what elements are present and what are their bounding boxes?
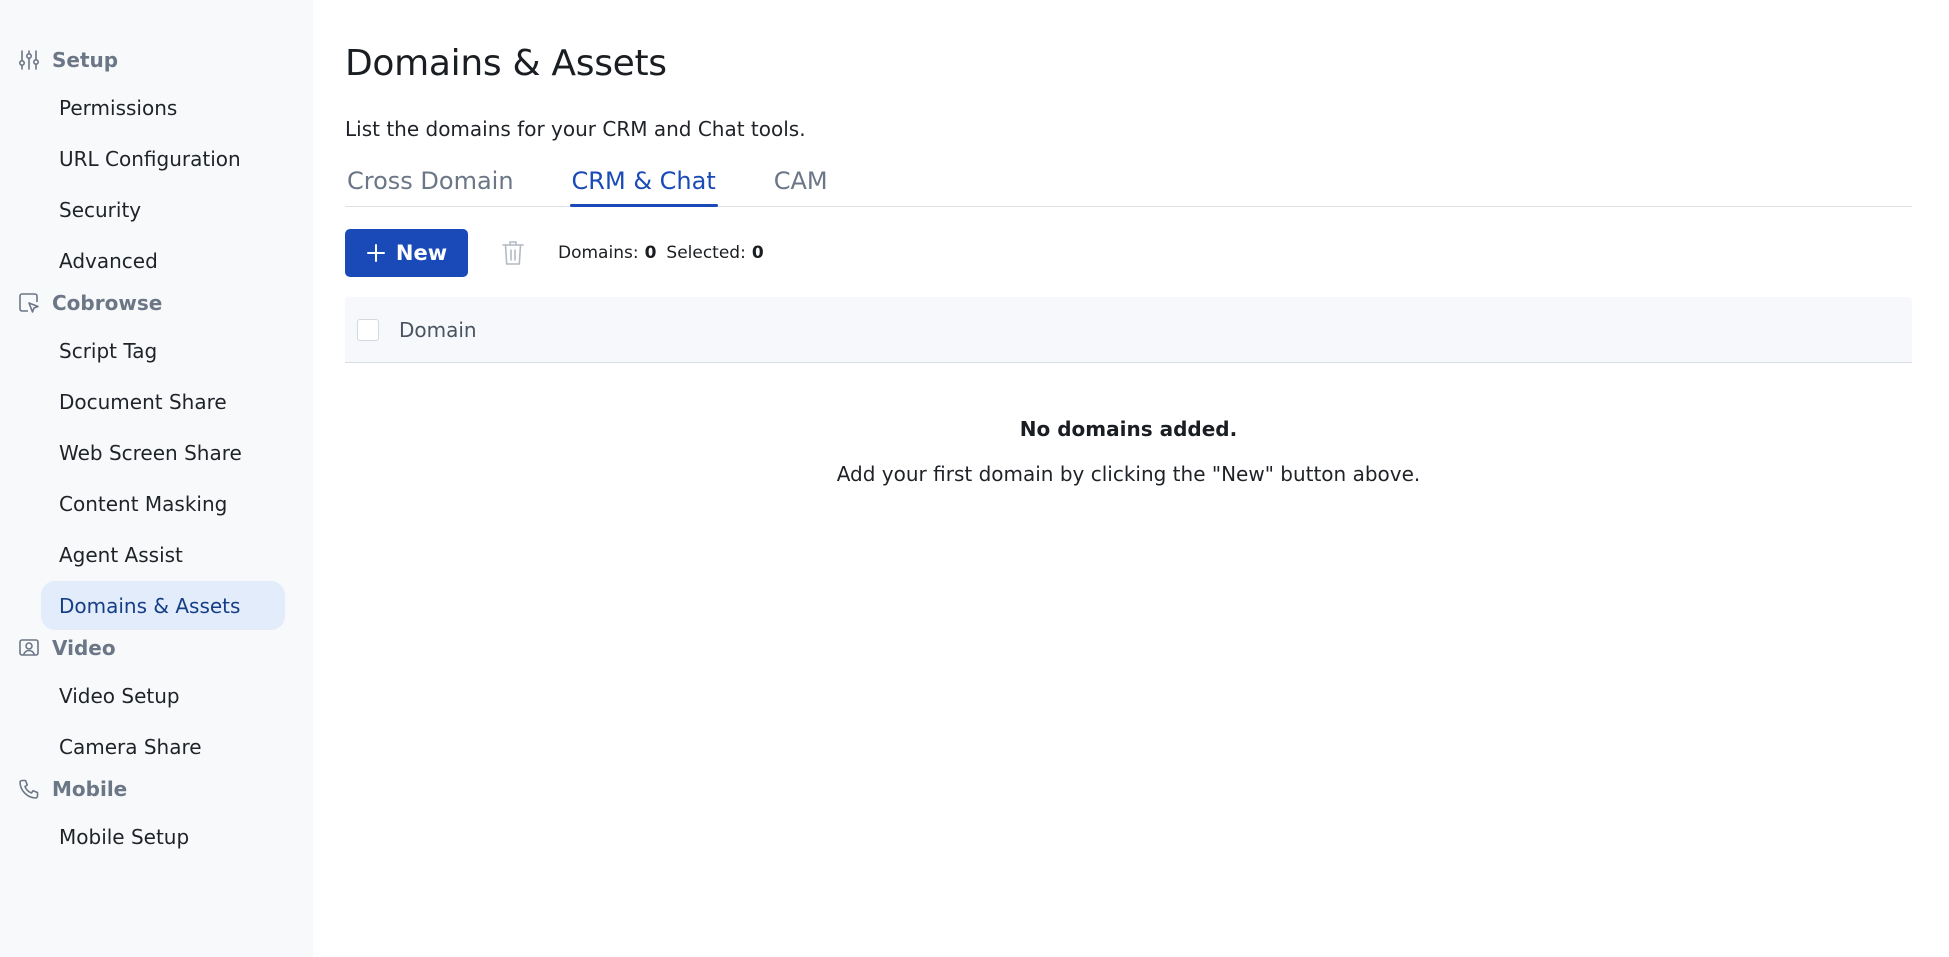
tab-bar: Cross Domain CRM & Chat CAM: [345, 163, 1912, 207]
sidebar-item-url-configuration[interactable]: URL Configuration: [41, 134, 285, 183]
selected-count-value: 0: [751, 243, 764, 263]
sidebar-item-domains-assets[interactable]: Domains & Assets: [41, 581, 285, 630]
sidebar-item-label: Security: [59, 197, 142, 222]
page-description: List the domains for your CRM and Chat t…: [345, 117, 806, 141]
sidebar-group-cobrowse: Cobrowse Script Tag Document Share Web S…: [0, 289, 313, 630]
sidebar-group-setup: Setup Permissions URL Configuration Secu…: [0, 46, 313, 285]
sidebar-group-video: Video Video Setup Camera Share: [0, 634, 313, 771]
sidebar-item-agent-assist[interactable]: Agent Assist: [41, 530, 285, 579]
domains-count-value: 0: [644, 243, 657, 263]
sidebar-group-header-video: Video: [0, 634, 313, 662]
sidebar-group-label: Setup: [52, 48, 119, 72]
sidebar-item-advanced[interactable]: Advanced: [41, 236, 285, 285]
cobrowse-cursor-icon: [17, 291, 41, 315]
main-content: Domains & Assets List the domains for yo…: [313, 0, 1949, 957]
phone-icon: [17, 777, 41, 801]
sidebar-item-script-tag[interactable]: Script Tag: [41, 326, 285, 375]
sidebar-group-header-setup: Setup: [0, 46, 313, 74]
sidebar-item-label: Web Screen Share: [59, 440, 242, 465]
empty-state-subtitle: Add your first domain by clicking the "N…: [836, 462, 1421, 486]
column-header-domain[interactable]: Domain: [399, 318, 477, 342]
new-button[interactable]: New: [345, 229, 468, 277]
sidebar-group-label: Cobrowse: [52, 291, 163, 315]
empty-state-title: No domains added.: [1019, 417, 1238, 441]
sidebar: Setup Permissions URL Configuration Secu…: [0, 0, 313, 957]
selection-counts: Domains: 0 Selected: 0: [558, 243, 774, 263]
sidebar-item-security[interactable]: Security: [41, 185, 285, 234]
plus-icon: [366, 243, 386, 263]
sliders-icon: [17, 48, 41, 72]
sidebar-group-header-cobrowse: Cobrowse: [0, 289, 313, 317]
page-title: Domains & Assets: [345, 43, 667, 84]
select-all-checkbox[interactable]: [357, 318, 379, 341]
sidebar-group-header-mobile: Mobile: [0, 775, 313, 803]
tab-crm-chat[interactable]: CRM & Chat: [569, 163, 718, 207]
sidebar-item-permissions[interactable]: Permissions: [41, 83, 285, 132]
sidebar-item-label: Advanced: [59, 248, 158, 273]
sidebar-item-content-masking[interactable]: Content Masking: [41, 479, 285, 528]
sidebar-item-label: Permissions: [59, 95, 178, 120]
toolbar: New Domains: 0 Selected: 0: [345, 229, 1949, 277]
sidebar-group-mobile: Mobile Mobile Setup: [0, 775, 313, 861]
table-header-row: Domain: [345, 297, 1912, 363]
sidebar-item-label: Camera Share: [59, 734, 202, 759]
sidebar-item-label: Agent Assist: [59, 542, 183, 567]
selected-count-label: Selected:: [666, 243, 746, 263]
sidebar-item-label: Domains & Assets: [59, 593, 241, 618]
empty-state: No domains added. Add your first domain …: [345, 415, 1912, 488]
sidebar-item-camera-share[interactable]: Camera Share: [41, 722, 285, 771]
sidebar-item-label: Content Masking: [59, 491, 228, 516]
sidebar-item-label: URL Configuration: [59, 146, 241, 171]
sidebar-group-label: Mobile: [52, 777, 128, 801]
new-button-label: New: [395, 241, 448, 265]
sidebar-item-label: Document Share: [59, 389, 227, 414]
sidebar-item-video-setup[interactable]: Video Setup: [41, 671, 285, 720]
app-root: Setup Permissions URL Configuration Secu…: [0, 0, 1949, 957]
sidebar-item-document-share[interactable]: Document Share: [41, 377, 285, 426]
sidebar-group-label: Video: [52, 636, 116, 660]
tab-cross-domain[interactable]: Cross Domain: [345, 163, 516, 206]
sidebar-item-label: Script Tag: [59, 338, 158, 363]
sidebar-item-web-screen-share[interactable]: Web Screen Share: [41, 428, 285, 477]
trash-icon[interactable]: [500, 238, 526, 268]
sidebar-item-label: Video Setup: [59, 683, 180, 708]
sidebar-item-label: Mobile Setup: [59, 824, 190, 849]
domains-count-label: Domains:: [558, 243, 639, 263]
video-person-icon: [17, 636, 41, 660]
sidebar-item-mobile-setup[interactable]: Mobile Setup: [41, 812, 285, 861]
tab-cam[interactable]: CAM: [772, 163, 830, 206]
domains-table: Domain No domains added. Add your first …: [345, 297, 1912, 488]
